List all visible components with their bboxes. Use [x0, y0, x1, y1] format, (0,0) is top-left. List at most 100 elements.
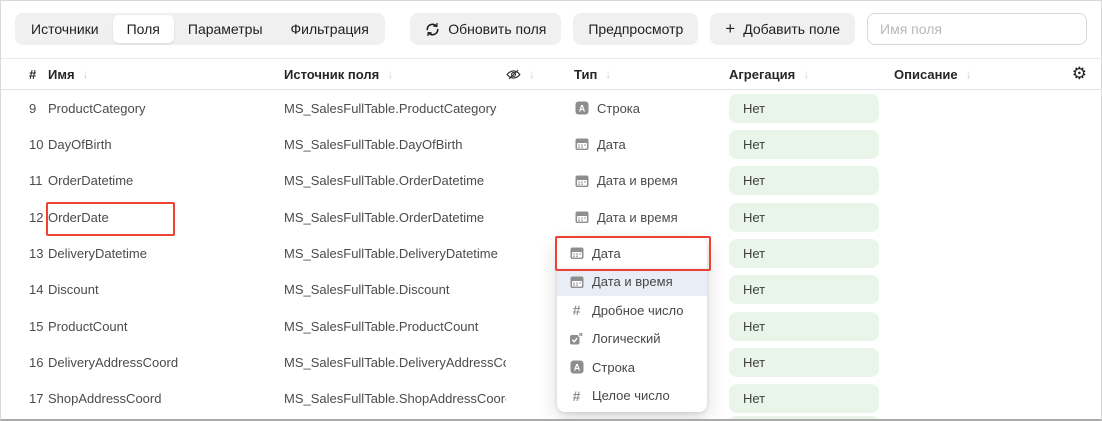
calendar-icon	[575, 137, 589, 151]
field-source: MS_SalesFullTable.OrderDatetime	[284, 210, 506, 225]
aggregation-cell: Нет	[729, 166, 894, 195]
type-select[interactable]: Дата	[574, 137, 729, 152]
table-body: 9 ProductCategory MS_SalesFullTable.Prod…	[1, 90, 1101, 419]
field-name[interactable]: ProductCount	[48, 319, 284, 334]
row-number: 15	[1, 319, 48, 334]
field-name[interactable]: DeliveryDatetime	[48, 246, 284, 261]
table-header: # Имя ↓ Источник поля ↓ ↓ Тип ↓ Агрегаци…	[1, 58, 1101, 90]
calendar-icon	[569, 246, 584, 260]
type-dropdown-item[interactable]: A Строка	[557, 353, 707, 382]
type-label: Дата	[597, 137, 626, 152]
header-source[interactable]: Источник поля ↓	[284, 67, 506, 82]
table-row: 13 DeliveryDatetime MS_SalesFullTable.De…	[1, 235, 1101, 271]
header-source-label: Источник поля	[284, 67, 379, 82]
type-dropdown-item-label: Дата и время	[592, 274, 673, 289]
header-aggregation[interactable]: Агрегация ↓	[729, 67, 894, 82]
gear-icon: ⚙	[1072, 66, 1087, 83]
aggregation-select[interactable]: Нет	[729, 203, 879, 232]
calendar-icon	[574, 174, 589, 188]
calendar-icon	[574, 137, 589, 151]
add-field-label: Добавить поле	[743, 21, 840, 37]
hash-icon: #	[569, 389, 584, 403]
field-name[interactable]: OrderDatetime	[48, 173, 284, 188]
aggregation-select[interactable]: Нет	[729, 130, 879, 159]
tab-sources[interactable]: Источники	[17, 15, 113, 43]
sort-arrow-icon[interactable]: ↓	[387, 67, 393, 81]
toolbar-actions: Обновить поля Предпросмотр + Добавить по…	[410, 13, 1087, 45]
aggregation-select[interactable]: Нет	[729, 348, 879, 377]
type-dropdown-item-label: Целое число	[592, 388, 670, 403]
header-visibility[interactable]: ↓	[506, 67, 574, 82]
calendar-icon	[574, 210, 589, 224]
field-name-search-input[interactable]	[867, 13, 1087, 45]
field-name[interactable]: ProductCategory	[48, 101, 284, 116]
type-select[interactable]: A Строка	[574, 101, 729, 116]
next-row-badge-partial	[729, 416, 879, 421]
field-name[interactable]: OrderDate	[48, 210, 284, 225]
tab-parameters[interactable]: Параметры	[174, 15, 277, 43]
header-description-label: Описание	[894, 67, 958, 82]
row-number: 12	[1, 210, 48, 225]
header-type[interactable]: Тип ↓	[574, 67, 729, 82]
aggregation-cell: Нет	[729, 94, 894, 123]
tab-filtering[interactable]: Фильтрация	[277, 15, 383, 43]
aggregation-select[interactable]: Нет	[729, 384, 879, 413]
aggregation-cell: Нет	[729, 239, 894, 268]
aggregation-cell: Нет	[729, 203, 894, 232]
field-source: MS_SalesFullTable.DayOfBirth	[284, 137, 506, 152]
type-dropdown-item[interactable]: Логический	[557, 325, 707, 354]
field-name[interactable]: DayOfBirth	[48, 137, 284, 152]
type-dropdown-item[interactable]: # Дробное число	[557, 296, 707, 325]
preview-label: Предпросмотр	[588, 21, 683, 37]
sort-arrow-icon[interactable]: ↓	[803, 67, 809, 81]
plus-icon: +	[725, 20, 735, 37]
type-dropdown-item[interactable]: Дата	[557, 239, 707, 268]
aggregation-select[interactable]: Нет	[729, 94, 879, 123]
table-row: 10 DayOfBirth MS_SalesFullTable.DayOfBir…	[1, 126, 1101, 162]
eye-off-icon[interactable]	[506, 67, 521, 82]
aggregation-select[interactable]: Нет	[729, 239, 879, 268]
sort-arrow-icon[interactable]: ↓	[605, 67, 611, 81]
type-label: Дата и время	[597, 173, 678, 188]
hash-icon: #	[570, 389, 584, 403]
string-icon: A	[570, 360, 584, 374]
type-dropdown-item[interactable]: # Целое число	[557, 382, 707, 411]
field-name[interactable]: Discount	[48, 282, 284, 297]
type-label: Дата и время	[597, 210, 678, 225]
calendar-icon	[569, 275, 584, 289]
type-dropdown-item[interactable]: Дата и время	[557, 268, 707, 297]
dataset-fields-screen: Источники Поля Параметры Фильтрация Обно…	[0, 0, 1102, 421]
table-row: 15 ProductCount MS_SalesFullTable.Produc…	[1, 308, 1101, 344]
add-field-button[interactable]: + Добавить поле	[710, 13, 855, 45]
sort-arrow-icon[interactable]: ↓	[529, 67, 535, 81]
table-row: 16 DeliveryAddressCoord MS_SalesFullTabl…	[1, 344, 1101, 380]
aggregation-select[interactable]: Нет	[729, 166, 879, 195]
field-name[interactable]: ShopAddressCoord	[48, 391, 284, 406]
table-row: 9 ProductCategory MS_SalesFullTable.Prod…	[1, 90, 1101, 126]
sort-arrow-icon[interactable]: ↓	[83, 67, 89, 81]
aggregation-select[interactable]: Нет	[729, 312, 879, 341]
table-settings-button[interactable]: ⚙	[1072, 66, 1101, 83]
aggregation-select[interactable]: Нет	[729, 275, 879, 304]
section-tabs: Источники Поля Параметры Фильтрация	[15, 13, 385, 45]
field-source: MS_SalesFullTable.Discount	[284, 282, 506, 297]
type-label: Строка	[597, 101, 640, 116]
sort-arrow-icon[interactable]: ↓	[966, 67, 972, 81]
header-description[interactable]: Описание ↓	[894, 67, 1061, 82]
toolbar: Источники Поля Параметры Фильтрация Обно…	[15, 13, 1087, 45]
boolean-icon	[569, 331, 584, 346]
refresh-icon	[425, 22, 440, 37]
calendar-icon	[570, 275, 584, 289]
field-name[interactable]: DeliveryAddressCoord	[48, 355, 284, 370]
type-select[interactable]: Дата и время	[574, 210, 729, 225]
refresh-fields-button[interactable]: Обновить поля	[410, 13, 561, 45]
preview-button[interactable]: Предпросмотр	[573, 13, 698, 45]
string-icon: A	[574, 101, 589, 115]
row-number: 9	[1, 101, 48, 116]
row-number: 17	[1, 391, 48, 406]
refresh-fields-label: Обновить поля	[448, 21, 546, 37]
type-select[interactable]: Дата и время	[574, 173, 729, 188]
header-name[interactable]: Имя ↓	[48, 67, 284, 82]
header-aggregation-label: Агрегация	[729, 67, 795, 82]
tab-fields[interactable]: Поля	[113, 15, 174, 43]
